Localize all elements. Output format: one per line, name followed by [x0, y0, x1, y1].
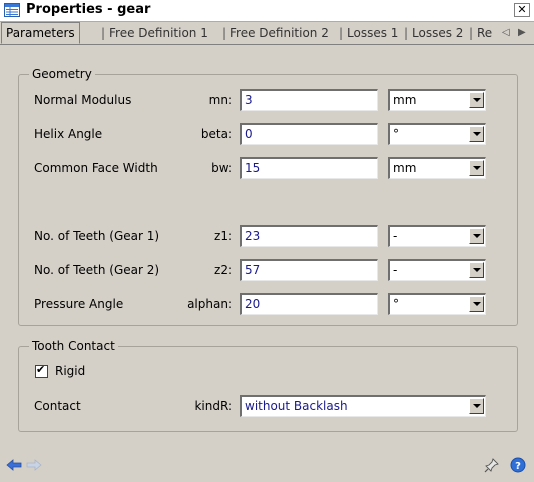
pin-icon[interactable] — [484, 457, 500, 473]
tab-free-definition-1[interactable]: Free Definition 1 — [109, 26, 208, 40]
normal-modulus-unit-select[interactable]: mm — [388, 89, 486, 111]
tab-losses-1[interactable]: Losses 1 — [347, 26, 398, 40]
teeth-gear-2-label: No. of Teeth (Gear 2) — [34, 263, 160, 277]
tab-partial[interactable]: Re — [477, 26, 499, 40]
z2-var-label: z2: — [214, 263, 232, 277]
properties-icon — [4, 3, 20, 17]
teeth-gear-1-label: No. of Teeth (Gear 1) — [34, 229, 160, 243]
teeth-gear-2-unit-select[interactable]: - — [388, 259, 486, 281]
tab-separator: | — [222, 26, 227, 40]
chevron-down-icon[interactable] — [469, 126, 484, 142]
pressure-angle-label: Pressure Angle — [34, 297, 124, 311]
help-icon[interactable]: ? — [510, 457, 526, 473]
pressure-angle-input[interactable]: 20 — [240, 293, 378, 315]
geometry-legend: Geometry — [29, 67, 95, 81]
tab-separator: | — [101, 26, 106, 40]
helix-angle-unit-select[interactable]: ° — [388, 123, 486, 145]
z1-var-label: z1: — [214, 229, 232, 243]
tab-separator: | — [404, 26, 409, 40]
unit-value: - — [393, 263, 398, 277]
tab-parameters[interactable]: Parameters — [1, 22, 80, 44]
unit-value: ° — [393, 127, 399, 141]
common-face-width-label: Common Face Width — [34, 161, 158, 175]
bottom-toolbar: ? — [0, 450, 534, 482]
contact-select[interactable]: without Backlash — [240, 395, 486, 417]
chevron-down-icon[interactable] — [469, 160, 484, 176]
unit-value: mm — [393, 161, 417, 175]
tab-strip: Parameters | Free Definition 1 | Free De… — [0, 22, 534, 45]
teeth-gear-1-unit-select[interactable]: - — [388, 225, 486, 247]
tooth-contact-group: Tooth Contact — [18, 339, 518, 432]
tab-losses-2[interactable]: Losses 2 — [412, 26, 463, 40]
helix-angle-label: Helix Angle — [34, 127, 103, 141]
beta-var-label: beta: — [200, 127, 232, 141]
geometry-group: Geometry — [18, 67, 518, 326]
kindr-var-label: kindR: — [194, 399, 232, 413]
normal-modulus-input[interactable]: 3 — [240, 89, 378, 111]
tab-scroll-left-icon[interactable]: ◁ — [502, 27, 510, 38]
tab-separator: | — [469, 26, 474, 40]
common-face-width-unit-select[interactable]: mm — [388, 157, 486, 179]
mn-var-label: mn: — [208, 93, 232, 107]
alphan-var-label: alphan: — [187, 297, 232, 311]
chevron-down-icon[interactable] — [469, 398, 484, 414]
chevron-down-icon[interactable] — [469, 296, 484, 312]
contact-value: without Backlash — [245, 399, 348, 413]
teeth-gear-1-input[interactable]: 23 — [240, 225, 378, 247]
pressure-angle-unit-select[interactable]: ° — [388, 293, 486, 315]
teeth-gear-2-input[interactable]: 57 — [240, 259, 378, 281]
window-title: Properties - gear — [26, 2, 151, 17]
close-button[interactable]: ✕ — [514, 3, 530, 17]
tooth-contact-legend: Tooth Contact — [29, 339, 118, 353]
svg-text:?: ? — [515, 461, 521, 472]
rigid-label: Rigid — [55, 364, 86, 378]
helix-angle-input[interactable]: 0 — [240, 123, 378, 145]
rigid-checkbox[interactable] — [35, 363, 48, 378]
normal-modulus-label: Normal Modulus — [34, 93, 132, 107]
tab-free-definition-2[interactable]: Free Definition 2 — [230, 26, 329, 40]
chevron-down-icon[interactable] — [469, 228, 484, 244]
common-face-width-input[interactable]: 15 — [240, 157, 378, 179]
contact-label: Contact — [34, 399, 81, 413]
chevron-down-icon[interactable] — [469, 92, 484, 108]
bw-var-label: bw: — [211, 161, 232, 175]
tab-scroll-right-icon[interactable]: ▶ — [518, 27, 526, 38]
forward-arrow-icon[interactable] — [26, 459, 42, 471]
properties-window: Properties - gear ✕ Parameters | Free De… — [0, 0, 534, 482]
tab-separator: | — [339, 26, 344, 40]
title-bar: Properties - gear ✕ — [0, 0, 534, 22]
unit-value: ° — [393, 297, 399, 311]
unit-value: - — [393, 229, 398, 243]
back-arrow-icon[interactable] — [6, 459, 22, 471]
unit-value: mm — [393, 93, 417, 107]
chevron-down-icon[interactable] — [469, 262, 484, 278]
